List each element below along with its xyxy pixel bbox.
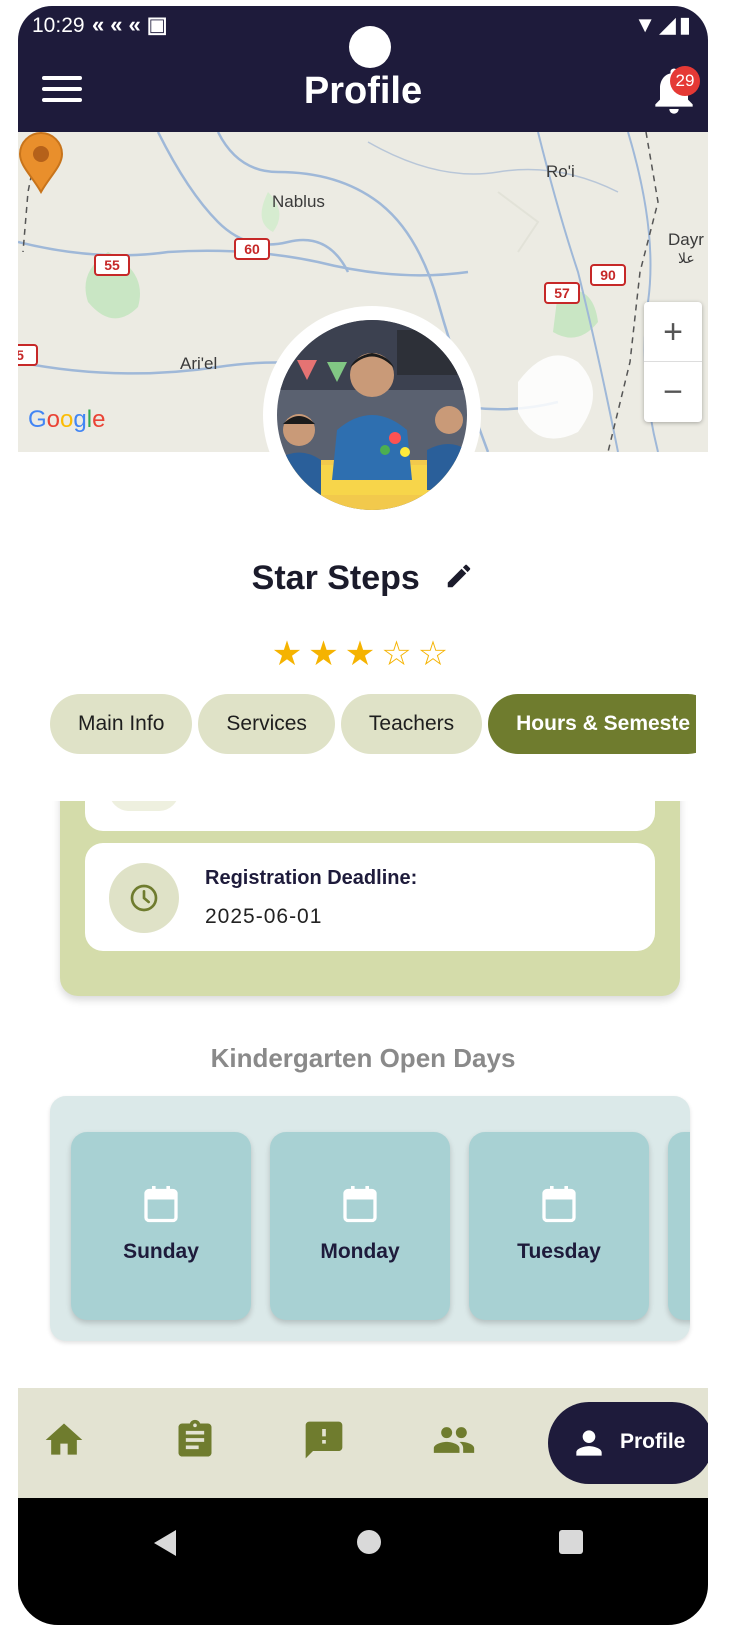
kindergarten-photo	[277, 320, 467, 510]
pencil-icon	[448, 564, 471, 588]
star-filled-icon: ★	[271, 635, 309, 673]
hours-section: Registration Deadline: 2025-06-01	[18, 801, 708, 1016]
google-logo: Google	[28, 406, 106, 433]
star-empty-icon: ☆	[417, 635, 455, 673]
status-system-icons: ▼◢▮	[634, 12, 694, 37]
day-label: Tuesday	[517, 1240, 601, 1263]
road-badge-5: 5	[18, 344, 38, 366]
map-label-dayr-ar: علا	[678, 250, 695, 266]
map-label-nablus: Nablus	[272, 192, 325, 211]
notification-badge: 29	[670, 66, 700, 96]
tab-hours-semesters[interactable]: Hours & Semeste	[488, 694, 696, 754]
day-card-tuesday[interactable]: Tuesday	[469, 1132, 649, 1320]
tab-main-info[interactable]: Main Info	[50, 694, 193, 754]
hours-item-previous	[85, 801, 655, 831]
system-navigation-bar	[18, 1498, 708, 1625]
app-header: 10:29 «««▣ ▼◢▮ Profile 29	[18, 6, 708, 132]
profile-tabs: Main Info Services Teachers Hours & Semeste	[50, 694, 696, 756]
map-label-roi: Ro'i	[546, 162, 575, 181]
avatar[interactable]	[277, 320, 467, 510]
day-label: Sunday	[123, 1240, 199, 1263]
calendar-icon	[343, 1186, 377, 1223]
profile-name: Star Steps	[251, 559, 420, 597]
edit-button[interactable]	[444, 561, 474, 596]
zoom-out-button[interactable]: −	[644, 362, 702, 422]
hours-card: Registration Deadline: 2025-06-01	[60, 801, 680, 996]
map-label-ariel: Ari'el	[180, 354, 218, 373]
clock-icon	[130, 884, 158, 912]
camera-cutout	[349, 26, 391, 68]
road-badge-55: 55	[94, 254, 130, 276]
day-card-sunday[interactable]: Sunday	[71, 1132, 251, 1320]
feedback-icon[interactable]	[302, 1418, 346, 1462]
registration-deadline-label: Registration Deadline:	[205, 867, 418, 889]
day-label: Monday	[320, 1240, 400, 1263]
star-empty-icon: ☆	[381, 635, 418, 673]
people-icon[interactable]	[432, 1418, 476, 1462]
zoom-controls: + −	[644, 302, 702, 422]
back-icon[interactable]	[152, 1528, 178, 1558]
location-pin-icon[interactable]	[18, 132, 64, 194]
map-label-dayr: Dayr	[668, 230, 704, 249]
zoom-in-button[interactable]: +	[644, 302, 702, 362]
rating-stars: ★★★☆☆	[18, 634, 708, 674]
nav-profile-label: Profile	[620, 1430, 686, 1453]
bottom-navigation: Profile	[18, 1388, 708, 1498]
page-title: Profile	[303, 70, 423, 112]
road-badge-90: 90	[590, 264, 626, 286]
home-circle-icon[interactable]	[356, 1529, 382, 1555]
star-filled-icon: ★	[308, 635, 345, 673]
tab-teachers[interactable]: Teachers	[340, 694, 483, 754]
tab-services[interactable]: Services	[198, 694, 335, 754]
nav-profile-active[interactable]: Profile	[548, 1402, 708, 1484]
star-filled-icon: ★	[344, 635, 382, 673]
status-notification-icons: «««▣	[92, 12, 174, 37]
recents-icon[interactable]	[558, 1529, 584, 1555]
person-icon	[576, 1430, 602, 1456]
road-badge-57: 57	[544, 282, 580, 304]
day-card-next[interactable]	[668, 1132, 690, 1320]
registration-deadline-value: 2025-06-01	[205, 905, 323, 928]
status-time: 10:29	[32, 14, 85, 37]
registration-deadline-item: Registration Deadline: 2025-06-01	[85, 843, 655, 951]
phone-screen: 10:29 «««▣ ▼◢▮ Profile 29 Nablus Ro'i Ar…	[18, 6, 708, 1625]
home-icon[interactable]	[42, 1418, 86, 1462]
profile-name-row: Star Steps	[18, 559, 708, 598]
calendar-icon	[144, 1186, 178, 1223]
day-card-monday[interactable]: Monday	[270, 1132, 450, 1320]
clock-icon-container	[109, 863, 179, 933]
open-days-title: Kindergarten Open Days	[210, 1043, 516, 1073]
open-days-panel: Sunday Monday Tuesday	[50, 1096, 690, 1341]
calendar-icon	[542, 1186, 576, 1223]
road-badge-60: 60	[234, 238, 270, 260]
notifications-button[interactable]: 29	[654, 66, 700, 116]
clipboard-icon[interactable]	[173, 1418, 217, 1462]
